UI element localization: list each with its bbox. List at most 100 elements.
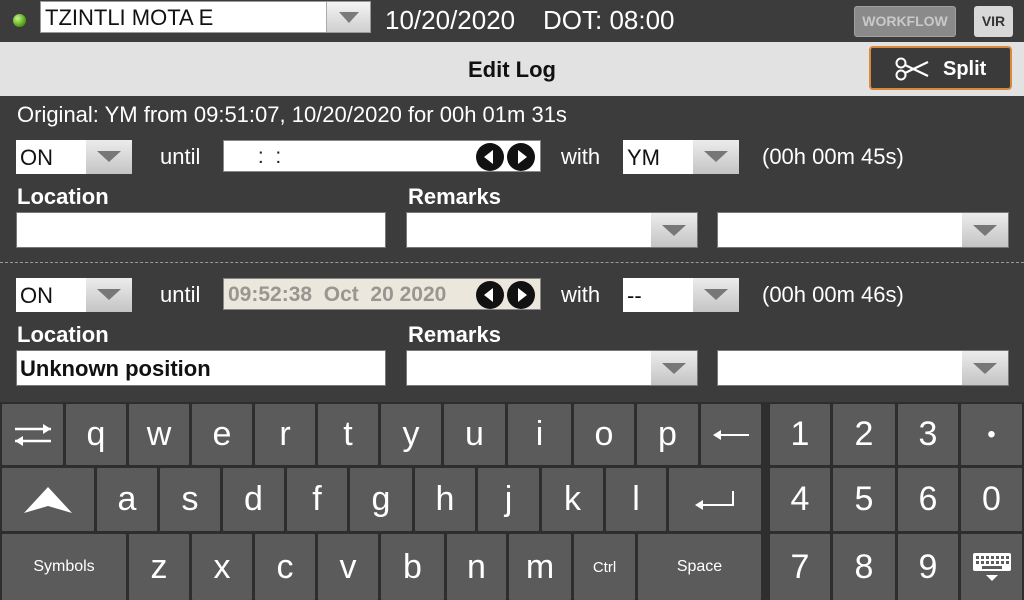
key-4[interactable]: 4 xyxy=(770,468,830,531)
backspace-icon xyxy=(713,429,749,440)
segment2-status-select[interactable]: ON xyxy=(16,278,132,312)
segment1-time-value: : : xyxy=(252,145,282,168)
key-f[interactable]: f xyxy=(287,468,347,531)
key-5[interactable]: 5 xyxy=(833,468,895,531)
chevron-down-icon[interactable] xyxy=(86,278,132,312)
key-3[interactable]: 3 xyxy=(898,404,958,465)
segment-divider xyxy=(0,262,1024,263)
key-1[interactable]: 1 xyxy=(770,404,830,465)
top-bar: TZINTLI MOTA E 10/20/2020 DOT: 08:00 WOR… xyxy=(0,0,1024,42)
scissors-icon xyxy=(895,57,929,81)
key-x[interactable]: x xyxy=(192,534,252,600)
shift-arrow-icon xyxy=(24,486,72,513)
title-bar: Edit Log Split xyxy=(0,42,1024,96)
switch-layout-key[interactable] xyxy=(2,404,63,465)
enter-key[interactable] xyxy=(669,468,761,531)
hide-keyboard-key[interactable] xyxy=(961,534,1022,600)
key-decimal[interactable]: • xyxy=(961,404,1022,465)
key-t[interactable]: t xyxy=(318,404,378,465)
segment1-location-label: Location xyxy=(17,184,109,209)
segment1-remarks-select-2[interactable] xyxy=(717,212,1009,248)
segment2-until-time-field[interactable]: 09:52:38 Oct 20 2020 xyxy=(223,278,541,310)
key-z[interactable]: z xyxy=(129,534,189,600)
key-o[interactable]: o xyxy=(574,404,634,465)
segment2-location-label: Location xyxy=(17,322,109,347)
time-decrement-icon[interactable] xyxy=(476,281,504,309)
driver-select[interactable]: TZINTLI MOTA E xyxy=(40,1,371,33)
current-date: 10/20/2020 xyxy=(385,5,516,35)
key-p[interactable]: p xyxy=(637,404,698,465)
segment1-with-select[interactable]: YM xyxy=(623,140,739,174)
segment2-with-label: with xyxy=(561,282,601,307)
key-j[interactable]: j xyxy=(478,468,539,531)
key-s[interactable]: s xyxy=(160,468,220,531)
key-c[interactable]: c xyxy=(255,534,315,600)
key-k[interactable]: k xyxy=(542,468,603,531)
key-w[interactable]: w xyxy=(129,404,189,465)
key-l[interactable]: l xyxy=(606,468,666,531)
time-increment-icon[interactable] xyxy=(507,143,535,171)
swap-arrows-icon xyxy=(14,423,51,446)
chevron-down-icon[interactable] xyxy=(651,213,697,247)
key-d[interactable]: d xyxy=(223,468,284,531)
key-8[interactable]: 8 xyxy=(833,534,895,600)
status-led-icon xyxy=(13,14,26,27)
key-g[interactable]: g xyxy=(350,468,412,531)
keyboard-hide-icon xyxy=(972,553,1011,581)
chevron-down-icon[interactable] xyxy=(651,351,697,385)
key-h[interactable]: h xyxy=(415,468,475,531)
enter-icon xyxy=(695,490,734,510)
segment1-remarks-label: Remarks xyxy=(408,184,501,209)
segment1-with-label: with xyxy=(561,144,601,169)
key-6[interactable]: 6 xyxy=(898,468,958,531)
key-0[interactable]: 0 xyxy=(961,468,1022,531)
chevron-down-icon[interactable] xyxy=(962,213,1008,247)
key-m[interactable]: m xyxy=(509,534,571,600)
chevron-down-icon[interactable] xyxy=(962,351,1008,385)
edit-log-form: Original: YM from 09:51:07, 10/20/2020 f… xyxy=(0,96,1024,402)
key-v[interactable]: v xyxy=(318,534,378,600)
vir-button[interactable]: VIR xyxy=(974,6,1013,37)
key-2[interactable]: 2 xyxy=(833,404,895,465)
segment1-until-label: until xyxy=(160,144,201,169)
key-q[interactable]: q xyxy=(66,404,126,465)
segment2-with-select[interactable]: -- xyxy=(623,278,739,312)
chevron-down-icon[interactable] xyxy=(693,140,739,174)
key-r[interactable]: r xyxy=(255,404,315,465)
key-e[interactable]: e xyxy=(192,404,252,465)
shift-key[interactable] xyxy=(2,468,94,531)
segment2-remarks-label: Remarks xyxy=(408,322,501,347)
segment2-remarks-select-2[interactable] xyxy=(717,350,1009,386)
segment2-time-value: 09:52:38 Oct 20 2020 xyxy=(228,283,447,306)
time-decrement-icon[interactable] xyxy=(476,143,504,171)
workflow-button[interactable]: WORKFLOW xyxy=(854,6,956,37)
key-9[interactable]: 9 xyxy=(898,534,958,600)
segment1-remarks-select-1[interactable] xyxy=(406,212,698,248)
key-n[interactable]: n xyxy=(447,534,506,600)
space-key[interactable]: Space xyxy=(638,534,761,600)
on-screen-keyboard: q w e r t y u i o p a s d f g h j k l Sy… xyxy=(0,402,1024,600)
ctrl-key[interactable]: Ctrl xyxy=(574,534,635,600)
key-7[interactable]: 7 xyxy=(770,534,830,600)
dot-clock: DOT: 08:00 xyxy=(543,5,675,35)
key-a[interactable]: a xyxy=(97,468,157,531)
split-button[interactable]: Split xyxy=(869,46,1012,90)
chevron-down-icon[interactable] xyxy=(693,278,739,312)
segment1-location-input[interactable] xyxy=(16,212,386,248)
segment1-status-value: ON xyxy=(20,145,53,170)
segment2-location-input[interactable]: Unknown position xyxy=(16,350,386,386)
key-u[interactable]: u xyxy=(444,404,505,465)
segment2-remarks-select-1[interactable] xyxy=(406,350,698,386)
symbols-key[interactable]: Symbols xyxy=(2,534,126,600)
key-y[interactable]: y xyxy=(381,404,441,465)
segment1-with-value: YM xyxy=(627,145,660,170)
chevron-down-icon[interactable] xyxy=(326,2,370,32)
time-increment-icon[interactable] xyxy=(507,281,535,309)
segment1-until-time-field[interactable]: : : xyxy=(223,140,541,172)
key-b[interactable]: b xyxy=(381,534,444,600)
segment1-status-select[interactable]: ON xyxy=(16,140,132,174)
segment2-duration: (00h 00m 46s) xyxy=(762,282,904,307)
chevron-down-icon[interactable] xyxy=(86,140,132,174)
backspace-key[interactable] xyxy=(701,404,761,465)
key-i[interactable]: i xyxy=(508,404,571,465)
